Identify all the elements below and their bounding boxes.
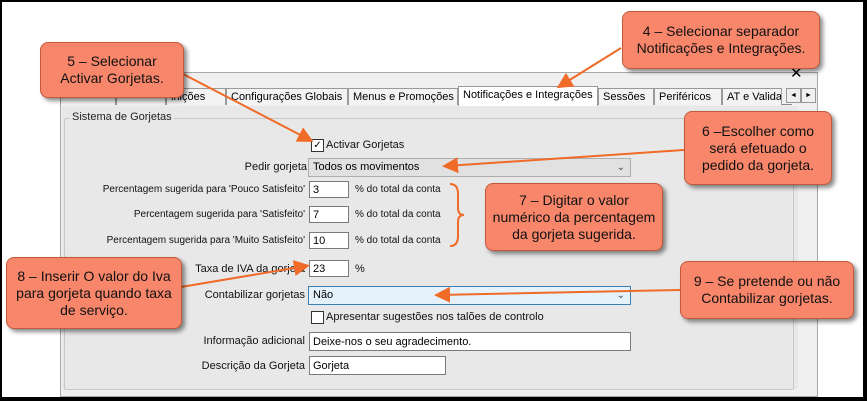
callout-8: 8 – Inserir O valor do Iva para gorjeta … bbox=[6, 257, 182, 329]
callout-6-text: 6 –Escolher como será efetuado o pedido … bbox=[701, 122, 815, 173]
callout-8-text: 8 – Inserir O valor do Iva para gorjeta … bbox=[16, 267, 172, 318]
callout-6: 6 –Escolher como será efetuado o pedido … bbox=[684, 111, 832, 185]
callout-4: 4 – Selecionar separador Notificações e … bbox=[622, 11, 820, 69]
callout-7: 7 – Digitar o valor numérico da percenta… bbox=[485, 183, 663, 251]
callout-9: 9 – Se pretende ou não Contabilizar gorj… bbox=[680, 261, 854, 319]
callout-5: 5 – Selecionar Activar Gorjetas. bbox=[40, 42, 184, 98]
callout-9-text: 9 – Se pretende ou não Contabilizar gorj… bbox=[693, 273, 841, 306]
callout-5-text: 5 – Selecionar Activar Gorjetas. bbox=[60, 53, 164, 86]
callout-7-text: 7 – Digitar o valor numérico da percenta… bbox=[492, 191, 656, 242]
callout-4-text: 4 – Selecionar separador Notificações e … bbox=[636, 23, 806, 56]
